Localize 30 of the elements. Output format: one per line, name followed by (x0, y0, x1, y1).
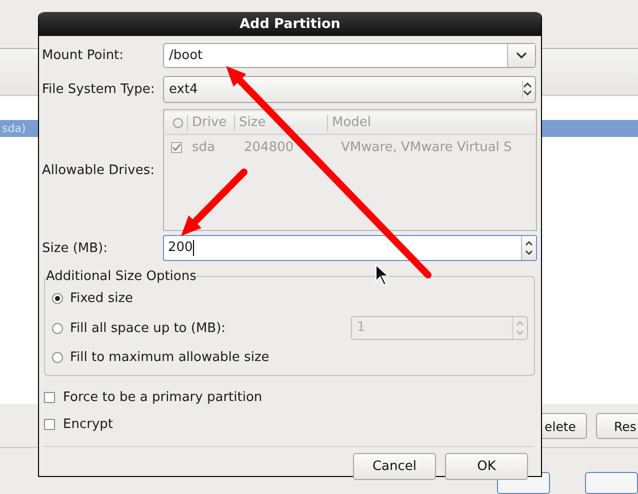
cancel-button[interactable]: Cancel (353, 452, 436, 480)
checkbox-label[interactable]: Force to be a primary partition (63, 390, 262, 404)
size-cell-text: 204800 (243, 140, 295, 154)
size-field[interactable]: 200 (163, 235, 537, 261)
option-label[interactable]: Fill all space up to (MB): (70, 320, 226, 336)
radio-button[interactable] (52, 293, 63, 304)
nav-button[interactable] (585, 472, 638, 494)
drive-cell-text: sda (191, 140, 216, 154)
radio-column-icon (172, 117, 184, 129)
ok-button[interactable]: OK (445, 452, 528, 480)
radio-button[interactable] (52, 352, 63, 364)
checkbox-label[interactable]: Encrypt (63, 416, 113, 432)
checkbox[interactable] (44, 392, 55, 402)
mount-point-combo[interactable]: /boot (163, 43, 536, 68)
field-label: Mount Point: (42, 48, 125, 63)
model-cell: VMware, VMware Virtual S (341, 140, 512, 154)
option-label[interactable]: Fixed size (70, 291, 134, 306)
cursor-icon (376, 264, 390, 286)
checkbox[interactable] (44, 418, 55, 430)
up-down-icon (523, 82, 532, 96)
reset-button[interactable]: Res (596, 413, 638, 439)
radio-button[interactable] (52, 322, 63, 334)
field-label: Allowable Drives: (42, 162, 156, 178)
option-label[interactable]: Fill to maximum allowable size (70, 350, 270, 366)
field-label: File System Type: (42, 82, 156, 96)
dialog-title: Add Partition (39, 12, 541, 36)
dropdown-icon (516, 52, 527, 59)
file-system-combo[interactable]: ext4 (163, 76, 536, 102)
group-title: Additional Size Options (46, 269, 196, 284)
field-label: Size (MB): (42, 240, 108, 256)
